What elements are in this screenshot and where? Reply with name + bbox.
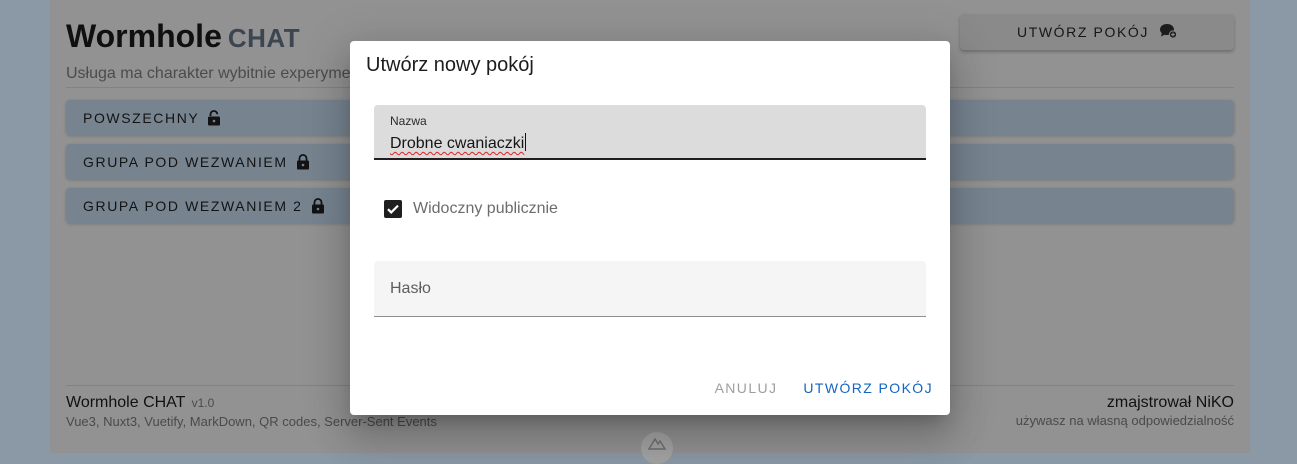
dialog-title: Utwórz nowy pokój	[366, 54, 534, 76]
dialog-actions: ANULUJ UTWÓRZ POKÓJ	[715, 380, 933, 396]
visibility-label: Widoczny publicznie	[413, 200, 558, 217]
check-icon	[387, 204, 399, 214]
nuxt-logo-icon	[641, 432, 673, 464]
password-placeholder: Hasło	[390, 280, 431, 297]
footer-app-name: Wormhole CHAT	[66, 394, 186, 411]
room-name-label: Nazwa	[390, 114, 427, 128]
text-caret	[525, 133, 527, 151]
footer-author: zmajstrował NiKO	[1106, 394, 1234, 411]
room-label: POWSZECHNY	[83, 109, 200, 126]
create-room-button[interactable]: UTWÓRZ POKÓJ	[960, 14, 1234, 50]
visibility-checkbox[interactable]	[384, 200, 402, 218]
brand-subtitle: CHAT	[227, 23, 301, 53]
brand-title: Wormhole	[66, 18, 222, 54]
lock-icon	[296, 153, 310, 170]
create-room-button-label: UTWÓRZ POKÓJ	[1017, 24, 1149, 40]
room-label: GRUPA POD WEZWANIEM 2	[83, 197, 303, 214]
footer-version: v1.0	[191, 396, 215, 410]
footer-tech-list: Vue3, Nuxt3, Vuetify, MarkDown, QR codes…	[66, 414, 437, 429]
footer-title: Wormhole CHAT v1.0	[66, 394, 214, 412]
confirm-create-room-button[interactable]: UTWÓRZ POKÓJ	[803, 380, 933, 396]
lock-icon	[311, 197, 325, 214]
tagline: Usługa ma charakter wybitnie experyme	[66, 65, 351, 82]
brand: Wormhole CHAT	[66, 18, 300, 55]
room-name-field[interactable]: Nazwa Drobne cwaniaczki	[374, 105, 926, 160]
cancel-button[interactable]: ANULUJ	[715, 380, 778, 396]
room-name-input[interactable]: Drobne cwaniaczki	[390, 133, 527, 153]
room-label: GRUPA POD WEZWANIEM	[83, 153, 288, 170]
footer-disclaimer: używasz na własną odpowiedzialność	[1015, 413, 1234, 428]
visibility-checkbox-row[interactable]: Widoczny publicznie	[384, 200, 558, 218]
password-field[interactable]: Hasło	[374, 261, 926, 317]
chat-plus-icon	[1159, 23, 1178, 42]
lock-open-icon	[207, 109, 221, 126]
room-name-value: Drobne cwaniaczki	[390, 135, 525, 152]
create-room-dialog: Utwórz nowy pokój Nazwa Drobne cwaniaczk…	[350, 41, 950, 415]
